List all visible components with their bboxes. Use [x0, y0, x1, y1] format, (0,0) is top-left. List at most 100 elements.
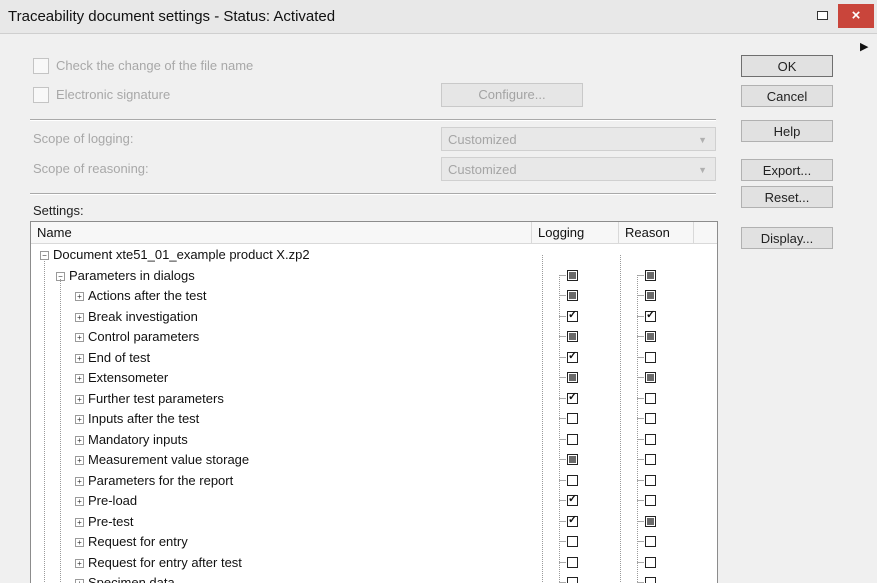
export-button[interactable]: Export... — [741, 159, 833, 181]
expand-icon[interactable]: + — [75, 353, 84, 363]
tree-item[interactable]: + Further test parameters — [31, 389, 717, 410]
tree-root-document[interactable]: − Document xte51_01_example product X.zp2 — [31, 245, 717, 266]
tree-item[interactable]: + Request for entry after test — [31, 553, 717, 574]
reason-checkbox[interactable] — [645, 331, 656, 342]
check-filename-checkbox[interactable] — [33, 58, 49, 74]
reason-checkbox[interactable] — [645, 536, 656, 547]
expand-icon[interactable]: + — [75, 456, 84, 465]
tree-item-label: Pre-test — [88, 513, 134, 529]
reason-checkbox[interactable] — [645, 556, 656, 568]
configure-button[interactable]: Configure... — [441, 83, 583, 107]
tree-item-label: Mandatory inputs — [88, 431, 188, 447]
logging-checkbox[interactable] — [567, 349, 578, 363]
expand-icon[interactable]: + — [75, 558, 84, 568]
logging-checkbox[interactable] — [567, 413, 578, 424]
reason-checkbox-fill — [647, 517, 654, 525]
expand-icon[interactable]: + — [75, 415, 84, 424]
electronic-signature-checkbox[interactable] — [33, 87, 49, 103]
tree-item[interactable]: + Mandatory inputs — [31, 430, 717, 451]
logging-checkbox[interactable] — [567, 290, 578, 301]
tree-item-label: Actions after the test — [88, 288, 207, 303]
reason-checkbox[interactable] — [645, 269, 656, 281]
reason-checkbox[interactable] — [645, 308, 656, 322]
logging-checkbox[interactable] — [567, 513, 578, 527]
tree-item[interactable]: + Specimen data — [31, 573, 717, 583]
cancel-button[interactable]: Cancel — [741, 85, 833, 107]
expand-icon[interactable]: + — [75, 538, 84, 547]
expand-icon[interactable]: + — [75, 374, 84, 383]
tree-group-parameters[interactable]: − Parameters in dialogs — [31, 266, 717, 287]
help-button[interactable]: Help — [741, 120, 833, 142]
expand-icon[interactable]: + — [75, 517, 84, 527]
tree-item[interactable]: + Inputs after the test — [31, 409, 717, 430]
settings-tree-grid[interactable]: Name Logging Reason − Document xte51_01_e… — [30, 221, 718, 583]
logging-checkbox[interactable] — [567, 536, 578, 547]
scope-reasoning-select[interactable]: Customized ▼ — [441, 157, 716, 181]
logging-checkbox[interactable] — [567, 308, 578, 322]
column-header-name[interactable]: Name — [31, 222, 532, 243]
reason-checkbox[interactable] — [645, 495, 656, 506]
logging-connector — [559, 479, 566, 481]
logging-checkbox[interactable] — [567, 372, 578, 383]
tree-item[interactable]: + Control parameters — [31, 327, 717, 348]
logging-checkbox-fill — [569, 292, 576, 299]
tree-guide-line — [44, 259, 45, 583]
tree-item[interactable]: + Measurement value storage — [31, 450, 717, 471]
expand-icon[interactable]: + — [75, 333, 84, 342]
logging-checkbox[interactable] — [567, 331, 578, 342]
logging-connector — [559, 520, 566, 522]
reason-checkbox[interactable] — [645, 372, 656, 383]
logging-connector — [559, 377, 566, 378]
reason-connector — [637, 295, 644, 296]
tree-item[interactable]: + Extensometer — [31, 368, 717, 389]
expand-icon[interactable]: + — [75, 394, 84, 404]
tree-item-label: Control parameters — [88, 329, 200, 344]
logging-checkbox[interactable] — [567, 433, 578, 445]
tree-item[interactable]: + Parameters for the report — [31, 471, 717, 492]
reason-checkbox[interactable] — [645, 433, 656, 445]
logging-checkbox[interactable] — [567, 269, 578, 281]
expand-icon[interactable]: + — [75, 476, 84, 486]
settings-label: Settings: — [33, 203, 84, 218]
logging-checkbox[interactable] — [567, 556, 578, 568]
logging-checkbox[interactable] — [567, 492, 578, 506]
logging-connector — [559, 438, 566, 440]
reason-checkbox[interactable] — [645, 392, 656, 404]
reason-checkbox[interactable] — [645, 413, 656, 424]
expand-icon[interactable]: + — [75, 497, 84, 506]
tree-item[interactable]: + Request for entry — [31, 532, 717, 553]
minimize-button[interactable] — [808, 6, 836, 26]
column-header-reason[interactable]: Reason — [619, 222, 694, 243]
logging-checkbox[interactable] — [567, 454, 578, 465]
logging-connector — [559, 336, 566, 337]
reason-checkbox[interactable] — [645, 290, 656, 301]
tree-item[interactable]: + Pre-test — [31, 512, 717, 533]
tree-item[interactable]: + Pre-load — [31, 491, 717, 512]
tree-item[interactable]: + Actions after the test — [31, 286, 717, 307]
expand-icon[interactable]: + — [75, 579, 84, 583]
tree-item-label: Parameters for the report — [88, 472, 234, 488]
tree-item-label: Pre-load — [88, 493, 138, 508]
expand-icon[interactable]: + — [75, 312, 84, 322]
logging-checkbox[interactable] — [567, 390, 578, 404]
display-button[interactable]: Display... — [741, 227, 833, 249]
reason-checkbox[interactable] — [645, 577, 656, 583]
scroll-right-arrow-icon[interactable]: ▶ — [860, 40, 868, 53]
check-filename-label: Check the change of the file name — [56, 58, 254, 73]
close-button[interactable]: × — [838, 4, 874, 28]
logging-connector — [559, 500, 566, 501]
scope-logging-select[interactable]: Customized ▼ — [441, 127, 716, 151]
tree-item[interactable]: + Break investigation — [31, 307, 717, 328]
ok-button[interactable]: OK — [741, 55, 833, 77]
expand-icon[interactable]: + — [75, 435, 84, 445]
reset-button[interactable]: Reset... — [741, 186, 833, 208]
logging-checkbox[interactable] — [567, 474, 578, 486]
reason-checkbox[interactable] — [645, 474, 656, 486]
tree-item[interactable]: + End of test — [31, 348, 717, 369]
column-header-logging[interactable]: Logging — [532, 222, 619, 243]
reason-checkbox[interactable] — [645, 515, 656, 527]
reason-checkbox[interactable] — [645, 351, 656, 363]
reason-checkbox[interactable] — [645, 454, 656, 465]
expand-icon[interactable]: + — [75, 292, 84, 301]
logging-checkbox[interactable] — [567, 577, 578, 583]
